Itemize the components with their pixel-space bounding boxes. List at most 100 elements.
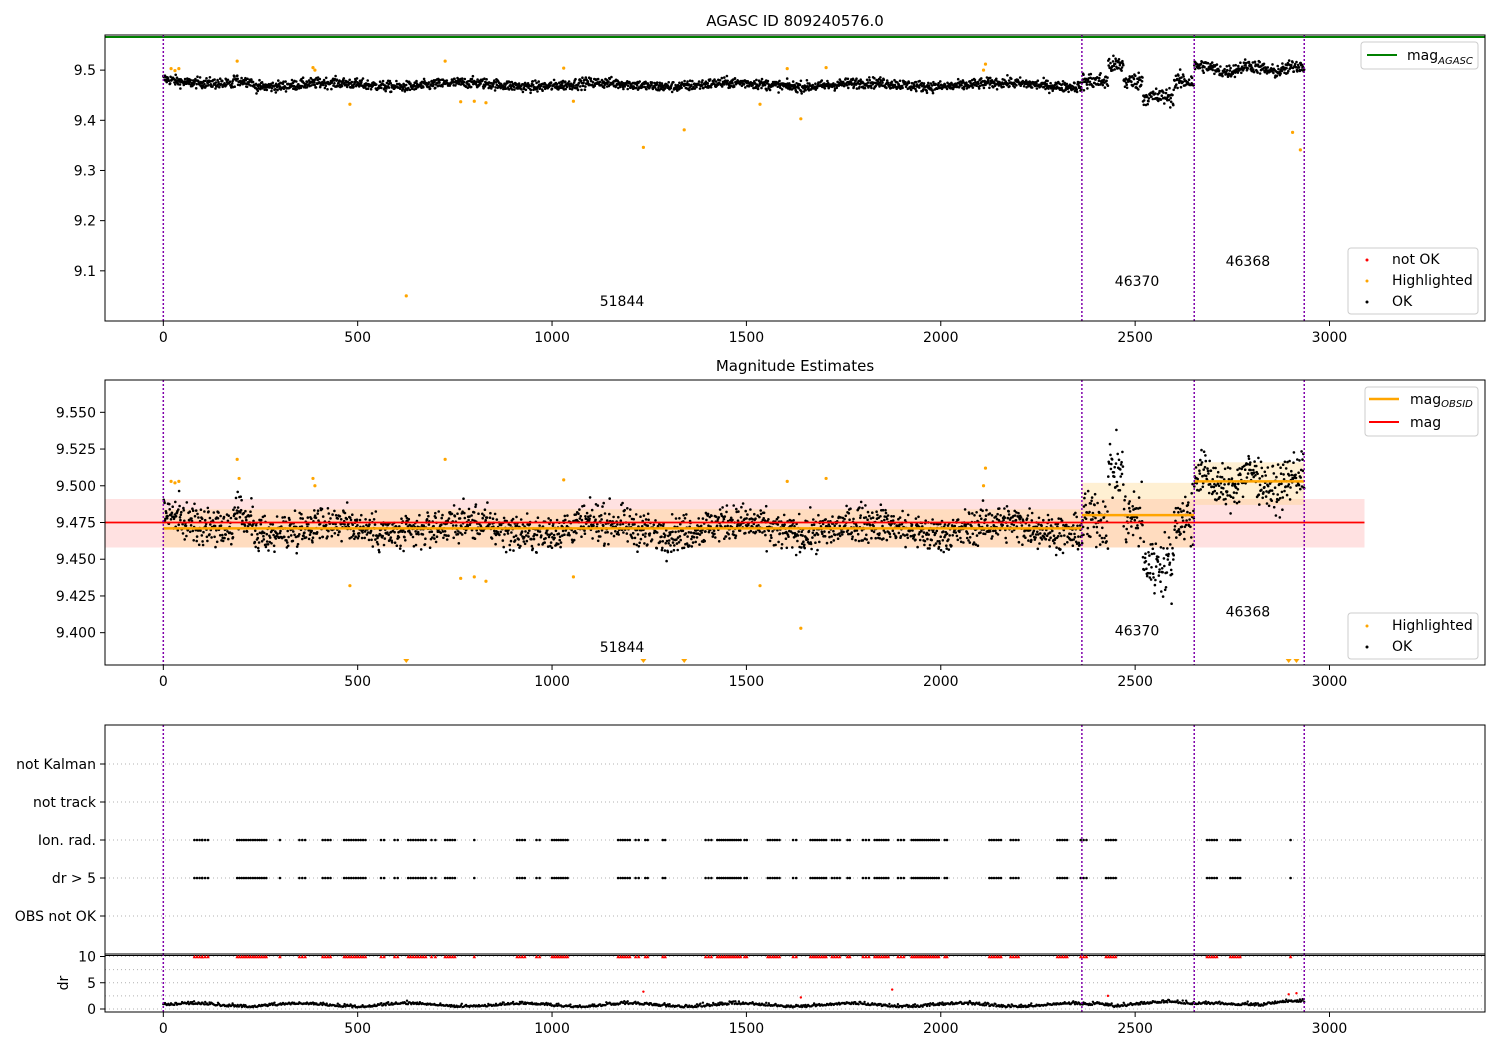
ok-point (767, 529, 771, 533)
ok-point (861, 539, 865, 542)
ok-point (508, 548, 512, 552)
legend-ok-label: OK (1392, 294, 1413, 310)
ok-point (681, 529, 685, 533)
ok-point (879, 503, 883, 507)
ok-point (706, 81, 709, 85)
ok-point (603, 512, 607, 515)
ok-point (798, 550, 802, 554)
ok-point (210, 536, 213, 539)
ok-point (1147, 97, 1151, 100)
ok-point (399, 544, 402, 548)
ok-point (971, 86, 975, 89)
ok-point (1109, 61, 1112, 65)
ok-point (1137, 71, 1140, 75)
ok-point (937, 545, 941, 549)
ok-point (189, 78, 192, 82)
ok-point (205, 77, 208, 80)
ok-point (1272, 71, 1275, 75)
ok-point (798, 83, 802, 87)
ok-point (434, 516, 438, 519)
ok-point (204, 524, 207, 528)
ok-point (602, 86, 606, 89)
ok-point (201, 543, 205, 547)
ok-point (395, 544, 399, 547)
ok-point (732, 504, 735, 507)
ok-point (342, 77, 346, 80)
ok-point (901, 86, 904, 90)
ok-point (467, 518, 470, 522)
ok-point (938, 540, 941, 543)
ok-point (1130, 80, 1133, 83)
ok-point (1003, 507, 1006, 510)
ok-point (235, 517, 238, 520)
ok-point (599, 535, 602, 538)
ok-point (939, 548, 943, 552)
ok-point (221, 79, 224, 83)
ok-point (216, 517, 220, 520)
ok-point (550, 546, 554, 550)
ok-point (366, 79, 370, 82)
ok-point (1181, 80, 1184, 84)
ok-point (494, 542, 497, 546)
ok-point (402, 549, 405, 553)
ok-point (1006, 516, 1010, 520)
ok-point (529, 88, 533, 92)
ok-point (934, 542, 938, 545)
ok-point (625, 532, 629, 535)
ok-point (1085, 83, 1089, 86)
ok-point (177, 523, 180, 527)
ok-point (1106, 76, 1109, 79)
ok-point (1175, 83, 1178, 86)
ok-point (206, 506, 210, 510)
ok-point (428, 87, 432, 90)
ok-point (1030, 538, 1033, 542)
ok-point (898, 516, 902, 519)
ok-point (367, 538, 371, 542)
ok-point (1042, 518, 1045, 522)
ok-point (326, 88, 329, 91)
ok-point (219, 514, 222, 518)
ok-point (432, 533, 436, 537)
ok-point (643, 542, 646, 545)
ok-point (271, 523, 275, 526)
ok-point (583, 529, 586, 532)
ok-point (363, 536, 367, 540)
ok-point (888, 532, 892, 536)
ok-point (720, 76, 724, 80)
ok-point (574, 77, 577, 81)
ok-point (787, 535, 790, 538)
ok-point (806, 538, 809, 541)
ok-point (882, 537, 885, 540)
ok-point (1114, 462, 1118, 465)
ok-point (1115, 480, 1119, 484)
ok-point (891, 86, 895, 89)
ok-point (814, 541, 817, 544)
ok-point (174, 73, 177, 77)
ok-point (588, 496, 592, 499)
ok-point (1028, 507, 1031, 510)
ok-point (885, 79, 889, 82)
ok-point (1162, 91, 1165, 94)
ok-point (629, 508, 632, 511)
ok-point (960, 84, 963, 87)
ok-point (485, 78, 488, 81)
ok-point (764, 533, 767, 537)
highlighted-point (758, 102, 762, 106)
ok-point (863, 86, 867, 90)
ok-point (1060, 534, 1063, 538)
ok-point (308, 533, 312, 536)
ok-point (868, 76, 871, 79)
ok-point (265, 532, 269, 536)
ok-point (286, 529, 290, 533)
ok-point (249, 514, 253, 517)
ok-point (843, 517, 846, 521)
ok-point (746, 513, 749, 516)
ok-point (1121, 465, 1125, 468)
ok-point (1295, 60, 1298, 64)
ok-point (301, 517, 305, 520)
ok-point (338, 515, 342, 518)
ok-point (1110, 458, 1114, 461)
ok-point (424, 537, 427, 540)
ok-point (512, 535, 516, 539)
ok-point (792, 519, 795, 522)
